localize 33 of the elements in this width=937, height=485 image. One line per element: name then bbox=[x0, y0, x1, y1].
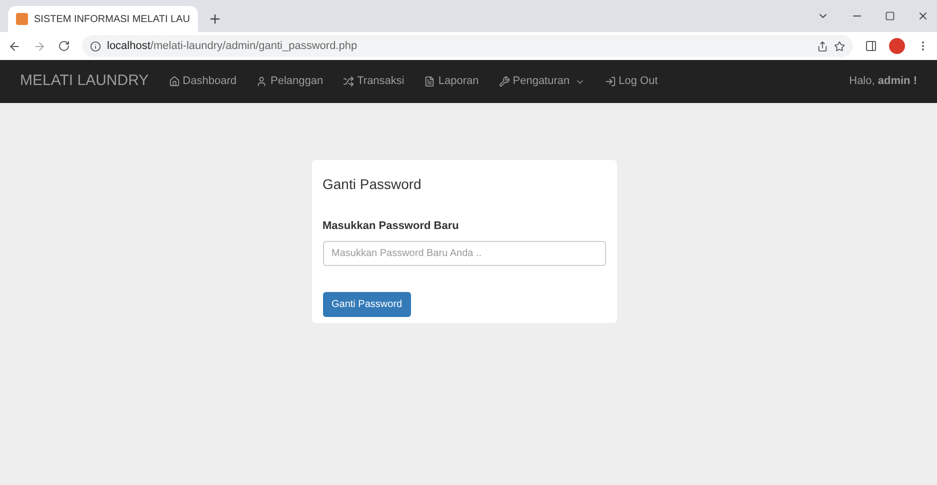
brand[interactable]: MELATI LAUNDRY bbox=[20, 70, 149, 93]
nav-link[interactable]: Log Out bbox=[604, 73, 658, 90]
nav-link[interactable]: Pengaturan bbox=[498, 73, 585, 90]
login-icon bbox=[604, 76, 616, 87]
wrench-icon bbox=[498, 76, 510, 87]
submit-button[interactable]: Ganti Password bbox=[322, 292, 412, 316]
greeting: Halo, admin ! bbox=[849, 74, 917, 90]
side-panel-icon[interactable] bbox=[865, 40, 877, 52]
home-icon bbox=[168, 76, 180, 87]
avatar[interactable] bbox=[889, 38, 905, 54]
share-icon[interactable] bbox=[817, 40, 828, 52]
nav-link[interactable]: Transaksi bbox=[343, 73, 404, 90]
browser-tab[interactable]: SISTEM INFORMASI MELATI LAU bbox=[8, 6, 198, 32]
info-icon[interactable] bbox=[90, 40, 101, 52]
card-title: Ganti Password bbox=[322, 175, 422, 194]
tab-title: SISTEM INFORMASI MELATI LAU bbox=[34, 12, 190, 26]
document-icon bbox=[424, 76, 436, 87]
address-bar[interactable]: localhost/melati-laundry/admin/ganti_password.php bbox=[82, 35, 853, 57]
star-icon[interactable] bbox=[834, 40, 845, 52]
url-text: localhost/melati-laundry/admin/ganti_password.php bbox=[107, 38, 358, 54]
nav-link[interactable]: Dashboard bbox=[168, 73, 236, 90]
new-tab-icon[interactable] bbox=[208, 12, 222, 26]
nav-link[interactable]: Pelanggan bbox=[256, 73, 324, 90]
reload-icon[interactable] bbox=[58, 40, 70, 52]
site-favicon bbox=[16, 13, 28, 25]
user-icon bbox=[256, 76, 268, 87]
restore-icon[interactable] bbox=[885, 11, 895, 21]
nav-link[interactable]: Laporan bbox=[424, 73, 479, 90]
password-field[interactable]: Masukkan Password Baru Anda .. bbox=[322, 240, 606, 266]
shuffle-icon bbox=[343, 76, 354, 87]
close-icon[interactable] bbox=[917, 10, 929, 22]
back-icon[interactable] bbox=[8, 40, 21, 52]
field-label: Masukkan Password Baru bbox=[322, 219, 459, 234]
